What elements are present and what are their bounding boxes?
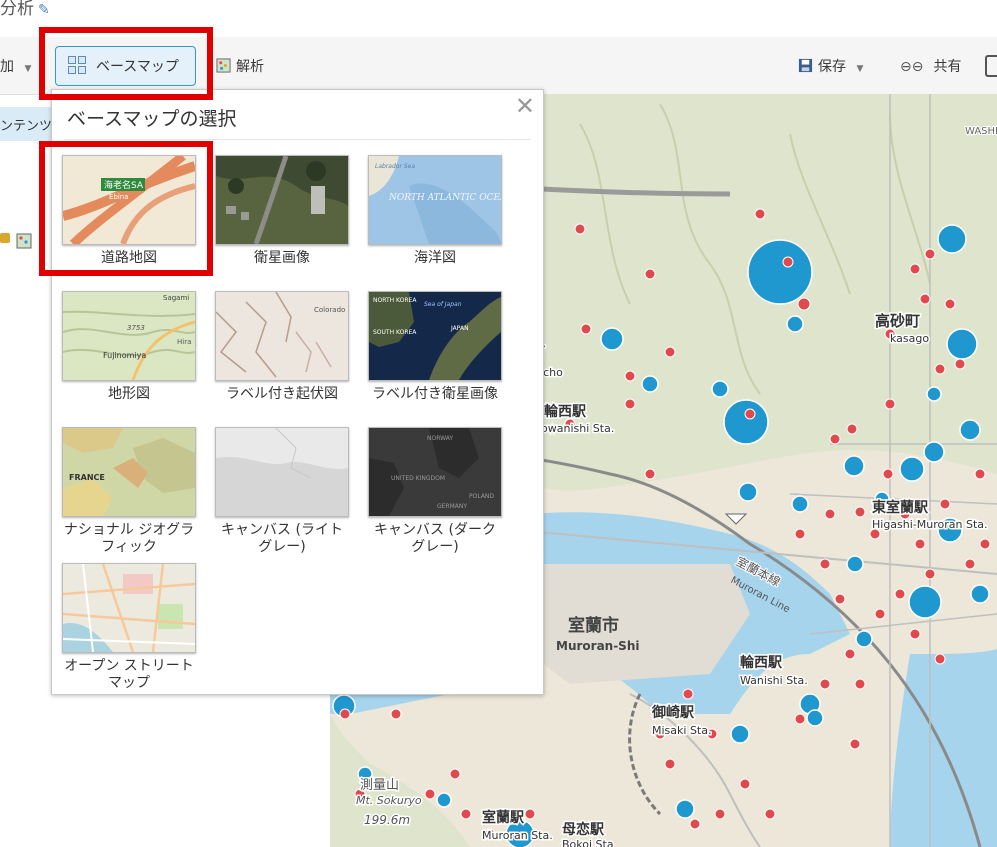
map-label-city-en: Muroran-Shi [556,639,639,653]
thumb-side: Sea of Japan [424,301,462,308]
thumb-label: UNITED KINGDOM [391,475,445,482]
map-label-city: 室蘭市 [568,615,619,636]
page-title-text: 分析 [0,0,34,19]
share-label: 共有 [933,59,962,75]
thumb-label: Colorado Springs [314,306,348,314]
pencil-icon[interactable]: ✎ [38,2,50,18]
basemap-item-topographic[interactable]: Sagami 3753 Hira Fujinomiya 地形図 [59,291,199,403]
thumb-label: Fujinomiya [103,351,146,360]
analysis-button[interactable]: 解析 [216,56,264,76]
basemap-item-terrain-labels[interactable]: Colorado Springs ラベル付き起伏図 [212,291,352,403]
basemap-label-topographic: 地形図 [108,386,150,402]
highlight-streets-basemap [39,141,213,276]
chevron-down-icon: ▼ [856,64,864,74]
thumb-extra: GERMANY [437,503,467,510]
content-tab[interactable]: ンテンツ [0,107,52,141]
chevron-down-icon: ▼ [24,64,32,74]
share-button[interactable]: ⊖⊖ 共有 [900,56,961,76]
basemap-thumb-light-gray[interactable] [215,427,349,517]
thumb-side: Hira [177,338,191,346]
analysis-small-icon[interactable] [16,233,32,249]
save-icon [798,58,813,73]
basemap-label-oceans: 海洋図 [414,250,456,266]
highlight-basemap-button [39,27,213,100]
link-icon: ⊖⊖ [900,59,924,75]
content-tab-label: ンテンツ [0,119,52,134]
map-label-mountain-en: Mt. Sokuryo [356,794,422,807]
basemap-item-dark-gray[interactable]: NORWAY UNITED KINGDOM GERMANY POLAND キャン… [365,427,505,556]
basemap-label-natgeo: ナショナル ジオグラフィック [63,522,195,555]
divider [64,139,531,140]
page-title: 分析 ✎ [0,0,50,19]
map-label-bokoi: 母恋駅 [562,821,605,838]
thumb-extra: 3753 [127,324,145,332]
thumb-sublabel: Sagami [163,294,189,302]
thumb-sublabel: NORWAY [427,435,453,442]
basemap-item-osm[interactable]: オープン ストリート マップ [59,563,199,692]
basemap-thumb-terrain-labels[interactable]: Colorado Springs [215,291,349,381]
basemap-item-natgeo[interactable]: FRANCE ナショナル ジオグラフィック [59,427,199,556]
basemap-label-light-gray: キャンバス (ライト グレー) [221,522,343,555]
basemap-thumb-osm[interactable] [62,563,196,653]
basemap-label-imagery: 衛星画像 [254,250,310,266]
map-label-misaki: 御崎駅 [651,704,695,721]
save-button[interactable]: 保存 ▼ [798,56,863,76]
map-label-wanishi-en: Wanishi Sta. [740,674,808,687]
map-label-bokoi-en: Bokoi Sta [562,838,614,847]
add-button[interactable]: 加 ▼ [0,56,31,76]
map-label-higashi-muroran: 東室蘭駅 [872,499,929,516]
basemap-item-oceans[interactable]: Labrador Sea NORTH ATLANTIC OCEAN 海洋図 [365,155,505,267]
thumb-sublabel: SOUTH KOREA [373,329,417,336]
thumb-side: POLAND [469,493,494,500]
basemap-thumb-dark-gray[interactable]: NORWAY UNITED KINGDOM GERMANY POLAND [368,427,502,517]
add-label: 加 [0,59,14,75]
basemap-item-light-gray[interactable]: キャンバス (ライト グレー) [212,427,352,556]
map-label-muroran-station-en: Muroran Sta. [482,829,553,842]
map-label-wanishi: 輪西駅 [740,654,783,671]
map-label-takasago-en: kasago [890,332,929,345]
basemap-thumb-oceans[interactable]: Labrador Sea NORTH ATLANTIC OCEAN [368,155,502,245]
map-label-washi: WASHI [965,126,997,137]
basemap-thumb-imagery-labels[interactable]: NORTH KOREA SOUTH KOREA JAPAN Sea of Jap… [368,291,502,381]
layer-icon[interactable] [0,233,10,243]
basemap-gallery-title: ベースマップの選択 [67,108,237,130]
analysis-label: 解析 [236,59,264,75]
thumb-extra: JAPAN [450,325,469,332]
map-label-mountain: 測量山 [360,778,399,793]
save-label: 保存 [818,59,846,75]
basemap-label-dark-gray: キャンバス (ダーク グレー) [374,522,496,555]
thumb-label: NORTH KOREA [373,297,417,304]
analysis-icon [216,58,231,73]
basemap-thumb-imagery[interactable] [215,155,349,245]
map-label-misaki-en: Misaki Sta. [652,724,711,737]
basemap-item-imagery-labels[interactable]: NORTH KOREA SOUTH KOREA JAPAN Sea of Jap… [365,291,505,403]
print-icon[interactable] [985,55,997,77]
basemap-label-terrain-labels: ラベル付き起伏図 [226,386,338,402]
close-icon[interactable]: ✕ [515,92,535,120]
basemap-item-imagery[interactable]: 衛星画像 [212,155,352,267]
map-label-takasago: 高砂町 [875,312,920,330]
thumb-sublabel: Labrador Sea [375,163,415,170]
map-label-higashi-muroran-en: Higashi-Muroran Sta. [872,518,988,531]
map-label-elevation: 199.6m [364,813,410,827]
basemap-thumb-natgeo[interactable]: FRANCE [62,427,196,517]
basemap-label-imagery-labels: ラベル付き衛星画像 [372,386,498,402]
thumb-label: FRANCE [69,473,105,482]
basemap-label-osm: オープン ストリート マップ [64,658,194,691]
map-label-muroran-station: 室蘭駅 [482,809,525,826]
thumb-label: NORTH ATLANTIC OCEAN [388,193,501,203]
basemap-thumb-topographic[interactable]: Sagami 3753 Hira Fujinomiya [62,291,196,381]
